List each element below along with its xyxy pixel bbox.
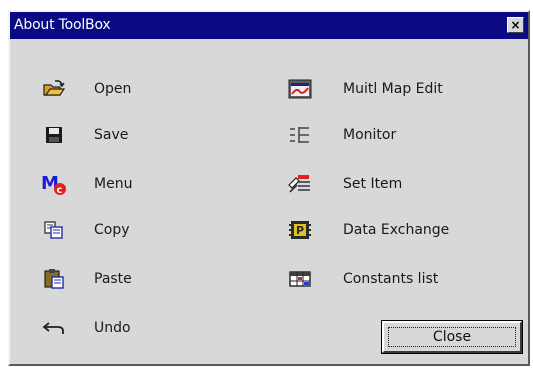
toolbox-item-undo[interactable]: Undo [40,313,180,343]
title-bar[interactable]: About ToolBox × [10,12,528,39]
open-folder-icon [40,77,68,101]
item-label: Data Exchange [343,222,450,238]
item-label: Save [94,127,129,143]
about-toolbox-dialog: About ToolBox × Open Save M c Menu Copy … [8,10,530,366]
toolbox-item-menu[interactable]: M c Menu [40,169,180,199]
toolbox-item-data-exchange[interactable]: P Data Exchange [286,215,486,245]
undo-arrow-icon [40,316,68,340]
item-label: Menu [94,176,133,192]
floppy-disk-icon [40,123,68,147]
toolbox-item-constants-list[interactable]: Constants list [286,264,486,294]
svg-text:c: c [57,185,63,196]
copy-icon [40,218,68,242]
item-label: Paste [94,271,132,287]
toolbox-item-save[interactable]: Save [40,120,180,150]
item-label: Muitl Map Edit [343,81,443,97]
close-button[interactable]: Close [381,320,523,354]
data-exchange-icon: P [286,218,314,242]
item-label: Open [94,81,132,97]
toolbox-item-copy[interactable]: Copy [40,215,180,245]
item-label: Copy [94,222,130,238]
toolbox-item-monitor[interactable]: Monitor [286,120,486,150]
item-label: Undo [94,320,131,336]
close-icon[interactable]: × [507,17,524,33]
toolbox-item-multi-map-edit[interactable]: Muitl Map Edit [286,74,486,104]
toolbox-item-open[interactable]: Open [40,74,180,104]
item-label: Monitor [343,127,397,143]
set-item-icon [286,172,314,196]
multi-map-edit-icon [286,77,314,101]
window-title: About ToolBox [14,17,111,33]
paste-clipboard-icon [40,267,68,291]
item-label: Set Item [343,176,403,192]
close-button-label: Close [388,327,516,347]
toolbox-item-paste[interactable]: Paste [40,264,180,294]
constants-table-icon [286,267,314,291]
toolbox-item-set-item[interactable]: Set Item [286,169,486,199]
item-label: Constants list [343,271,439,287]
monitor-list-icon [286,123,314,147]
menu-mc-icon: M c [40,172,68,196]
svg-text:P: P [296,224,304,237]
